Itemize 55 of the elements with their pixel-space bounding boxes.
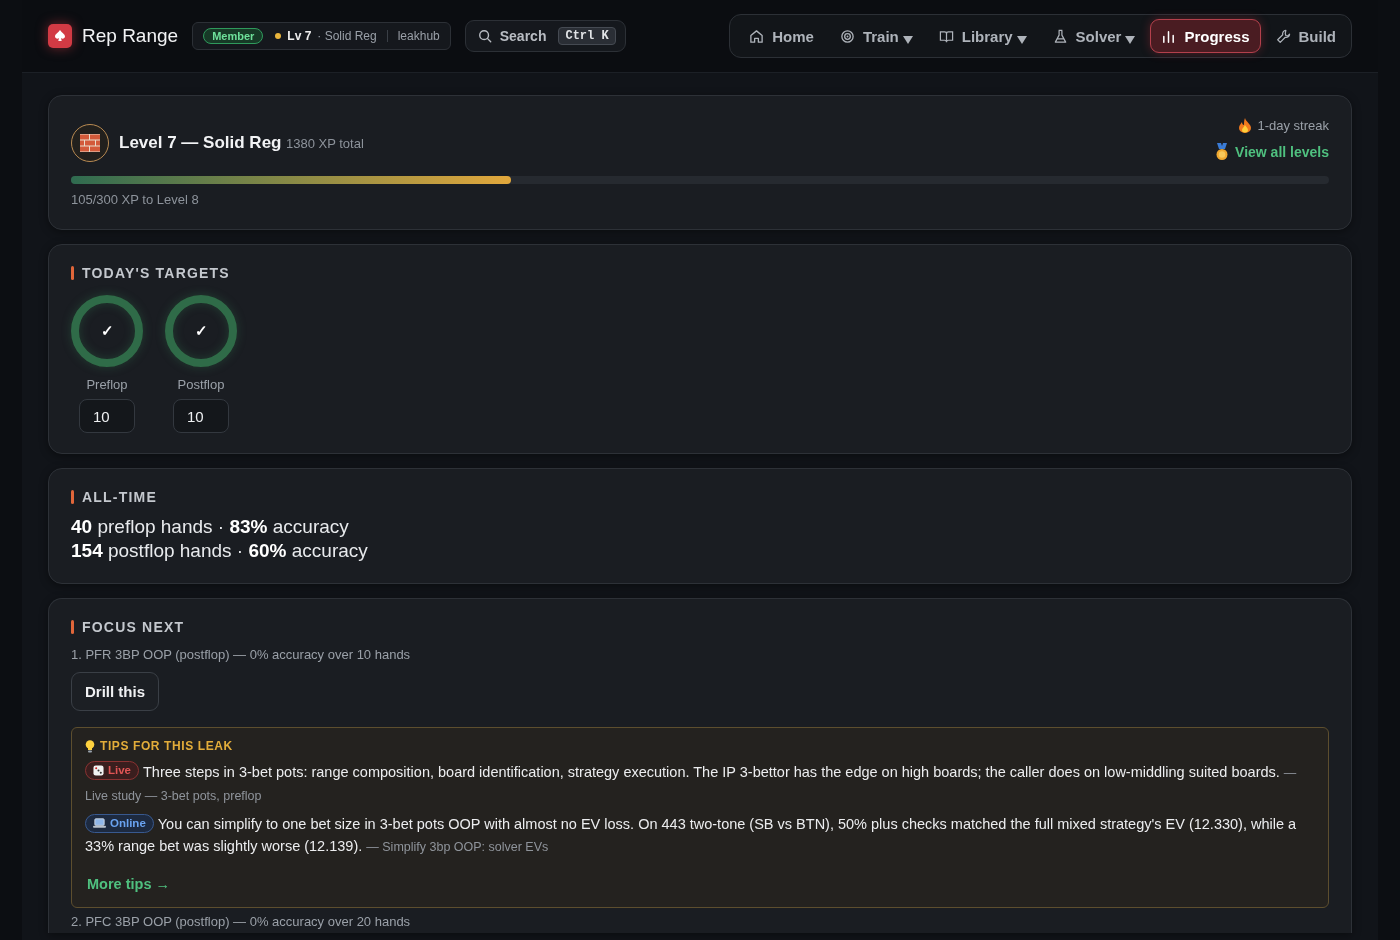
target-label: Preflop [86, 377, 128, 392]
medal-icon [1215, 143, 1230, 161]
focus-item-text: 2. PFC 3BP OOP (postflop) — 0% accuracy over 20 hands [71, 914, 412, 929]
level-title: Level 7 — Solid Reg [119, 133, 282, 152]
nav-tab[interactable]: Train [828, 19, 924, 53]
flame-icon [1239, 118, 1252, 133]
target-label: Postflop [177, 377, 225, 392]
stats-line: 40 preflop hands · 83% accuracy [71, 515, 350, 539]
target-icon [839, 28, 855, 44]
lightbulb-icon [85, 739, 95, 753]
nav-tab[interactable]: Solver [1041, 19, 1147, 53]
search-button[interactable]: Search Ctrl K [464, 20, 626, 52]
search-icon [477, 29, 492, 43]
level-dot-icon [275, 33, 282, 39]
xp-caption: 105/300 XP to Level 8 [71, 192, 200, 207]
dice-icon [93, 765, 104, 776]
tips-heading: TIPS FOR THIS LEAK [100, 739, 233, 753]
home-icon [749, 28, 765, 44]
nav-tab[interactable]: Progress [1150, 19, 1261, 53]
book-icon [938, 28, 954, 44]
section-heading: FOCUS NEXT [71, 619, 1329, 635]
shortcut-key: Ctrl K [558, 27, 616, 45]
view-levels-link[interactable]: View all levels [1235, 144, 1329, 160]
drill-button[interactable]: Drill this [71, 672, 159, 711]
brick-wall-icon [80, 134, 100, 152]
section-heading: TODAY'S TARGETS [71, 265, 1329, 281]
tip-text: Live Three steps in 3-bet pots: range composition, board identification, strategy execution. The IP 3-bettor has the edge on high boards; the caller does on low-middling suited boards. — Live study — 3-bet pots, preflop [85, 761, 1315, 807]
tip-text: Online You can simplify to one bet size in 3-bet pots OOP with almost no EV loss. On 443 two-tone (SB vs BTN), 50% plus checks matched the full mixed strategy's EV (12.330), while a 33% range bet was slightly worse (12.139). — Simplify 3bp OOP: solver EVs [85, 813, 1315, 858]
stats-line: 154 postflop hands · 60% accuracy [71, 539, 369, 563]
check-mark: ✓ [100, 322, 114, 340]
check-mark: ✓ [194, 322, 208, 340]
section-heading: ALL-TIME [71, 489, 1329, 505]
focus-item-text: 1. PFR 3BP OOP (postflop) — 0% accuracy over 10 hands [71, 647, 412, 662]
progress-ring [165, 295, 237, 367]
target-input[interactable]: 10 [173, 399, 229, 433]
more-tips-link[interactable]: More tips → [87, 876, 170, 892]
username: leakhub [397, 29, 440, 43]
chart-icon [1161, 28, 1177, 44]
brand-name: Rep Range [82, 25, 179, 47]
nav-tab[interactable]: Library [927, 19, 1038, 53]
streak-label: 1-day streak [1257, 118, 1329, 133]
member-badge: Member [203, 28, 264, 44]
xp-total: 1380 XP total [285, 136, 364, 151]
target-input[interactable]: 10 [79, 399, 135, 433]
nav-tab[interactable]: Build [1264, 19, 1347, 53]
wrench-icon [1275, 28, 1291, 44]
rank-label: · Solid Reg [317, 29, 377, 43]
source-tag: Live [85, 761, 139, 780]
spade-logo-icon [48, 24, 72, 48]
laptop-icon [93, 818, 106, 828]
nav-tab[interactable]: Home [738, 19, 825, 53]
source-tag: Online [85, 813, 154, 833]
level-label: Lv 7 [287, 29, 312, 43]
progress-ring [71, 295, 143, 367]
flask-icon [1052, 28, 1068, 44]
